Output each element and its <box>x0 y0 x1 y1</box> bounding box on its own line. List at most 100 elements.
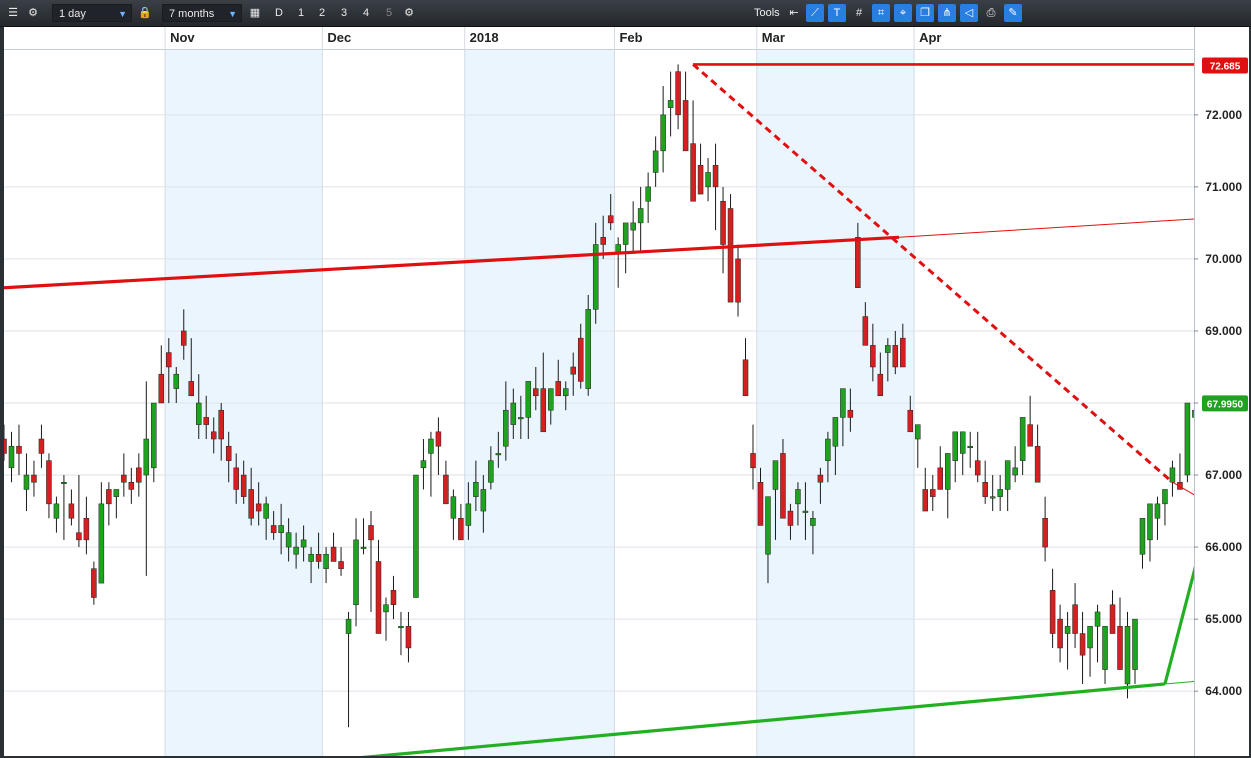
interval-select[interactable]: 1 day ▼ <box>52 4 132 22</box>
candle-body <box>435 431 442 447</box>
candle <box>68 489 75 526</box>
candle <box>705 158 711 202</box>
settings-icon[interactable]: ⚙ <box>24 4 42 22</box>
y-tick-label: 64.000 <box>1205 684 1242 698</box>
candle <box>1079 611 1086 684</box>
candle-body <box>255 503 262 512</box>
candle-body <box>510 402 517 425</box>
candle <box>967 431 973 468</box>
candle <box>1139 518 1146 569</box>
candle <box>61 475 67 540</box>
candle-body <box>877 373 884 397</box>
candle-body <box>1109 604 1116 634</box>
candle-body <box>323 554 329 569</box>
candle <box>390 575 397 620</box>
candle-body <box>420 460 427 469</box>
candle-body <box>450 496 457 519</box>
candle <box>136 453 142 497</box>
menu-icon[interactable]: ☰ <box>4 4 22 22</box>
candle <box>458 503 464 541</box>
candle <box>76 475 82 548</box>
candle-body <box>930 489 936 497</box>
candle-body <box>810 518 816 526</box>
candle-body <box>1102 626 1108 670</box>
candle-body <box>952 431 958 461</box>
candle <box>443 460 449 505</box>
candle-body <box>622 222 629 245</box>
draw-line-icon[interactable]: ⟋ <box>806 4 824 22</box>
candle <box>630 201 636 252</box>
fibonacci-icon[interactable]: ⋔ <box>938 4 956 22</box>
period-button-4[interactable]: 4 <box>357 4 375 22</box>
y-tick-label: 72.000 <box>1205 108 1242 122</box>
candle-body <box>413 474 419 598</box>
chart-settings-icon[interactable]: ⚙ <box>400 4 418 22</box>
candle <box>38 424 45 468</box>
grid-icon[interactable]: # <box>850 4 868 22</box>
price-tag-label: 67.9950 <box>1207 399 1244 410</box>
candle-body <box>652 150 659 173</box>
candle-body <box>270 525 277 533</box>
candle <box>1124 611 1131 699</box>
candle-body <box>8 445 15 469</box>
tools-settings-icon[interactable]: ✎ <box>1004 4 1022 22</box>
shape-icon[interactable]: ◁ <box>960 4 978 22</box>
print-icon[interactable]: ⎙ <box>982 4 1000 22</box>
period-button-2[interactable]: 2 <box>313 4 331 22</box>
period-button-3[interactable]: 3 <box>335 4 353 22</box>
candle <box>637 186 644 252</box>
candle-body <box>1094 611 1101 627</box>
candle <box>720 186 726 274</box>
candle-body <box>195 402 202 425</box>
candle-body <box>83 518 90 541</box>
price-tag-label: 72.685 <box>1210 61 1241 72</box>
candle-body <box>218 409 224 440</box>
candle-body <box>1079 633 1086 656</box>
period-button-d[interactable]: D <box>270 4 288 22</box>
candle-body <box>637 208 644 224</box>
candle-body <box>151 402 157 469</box>
period-button-5[interactable]: 5 <box>380 4 398 22</box>
period-button-1[interactable]: 1 <box>292 4 310 22</box>
support-trendline <box>360 682 1166 756</box>
candle <box>31 460 37 497</box>
calendar-icon[interactable]: ▦ <box>246 4 264 22</box>
candle <box>330 532 337 562</box>
candle <box>1162 489 1168 526</box>
candle-body <box>1072 604 1078 634</box>
candle-body <box>368 525 374 541</box>
candle-body <box>840 388 846 418</box>
candle-body <box>757 481 764 526</box>
period-select[interactable]: 7 months ▼ <box>162 4 242 22</box>
candle-body <box>1064 626 1071 634</box>
candle <box>1102 626 1108 684</box>
candle-body <box>907 409 914 433</box>
candle <box>1109 590 1116 634</box>
y-tick-label: 65.000 <box>1205 612 1242 626</box>
candle-body <box>1019 417 1026 461</box>
crosshair-icon[interactable]: ⌗ <box>872 4 890 22</box>
chart-toolbar: ☰ ⚙ 1 day ▼ 🔒 7 months ▼ ▦ D 1 2 3 4 5 ⚙ T… <box>0 0 1251 27</box>
candle-body <box>900 337 906 368</box>
candle-body <box>563 388 569 397</box>
candle <box>345 611 352 728</box>
copy-icon[interactable]: ❐ <box>916 4 934 22</box>
candle-body <box>645 186 651 202</box>
candle <box>398 611 404 656</box>
marker-icon[interactable]: ⌖ <box>894 4 912 22</box>
text-tool-icon[interactable]: T <box>828 4 846 22</box>
candle-body <box>915 424 921 440</box>
candle-body <box>585 309 591 389</box>
candle-body <box>308 554 314 562</box>
candle-body <box>548 388 554 411</box>
candle <box>922 467 929 512</box>
candle-body <box>300 539 307 548</box>
candle-body <box>285 532 292 548</box>
lock-icon[interactable]: 🔒 <box>136 4 154 22</box>
candle <box>1094 604 1101 663</box>
chart-area[interactable]: Nov Dec 2018 Feb Mar Apr 64.000 65.000 66.000 67.… <box>4 27 1249 756</box>
candle <box>1004 460 1011 512</box>
candle-body <box>188 381 194 397</box>
candle-body <box>16 445 22 454</box>
undo-icon[interactable]: ⇤ <box>785 4 803 22</box>
